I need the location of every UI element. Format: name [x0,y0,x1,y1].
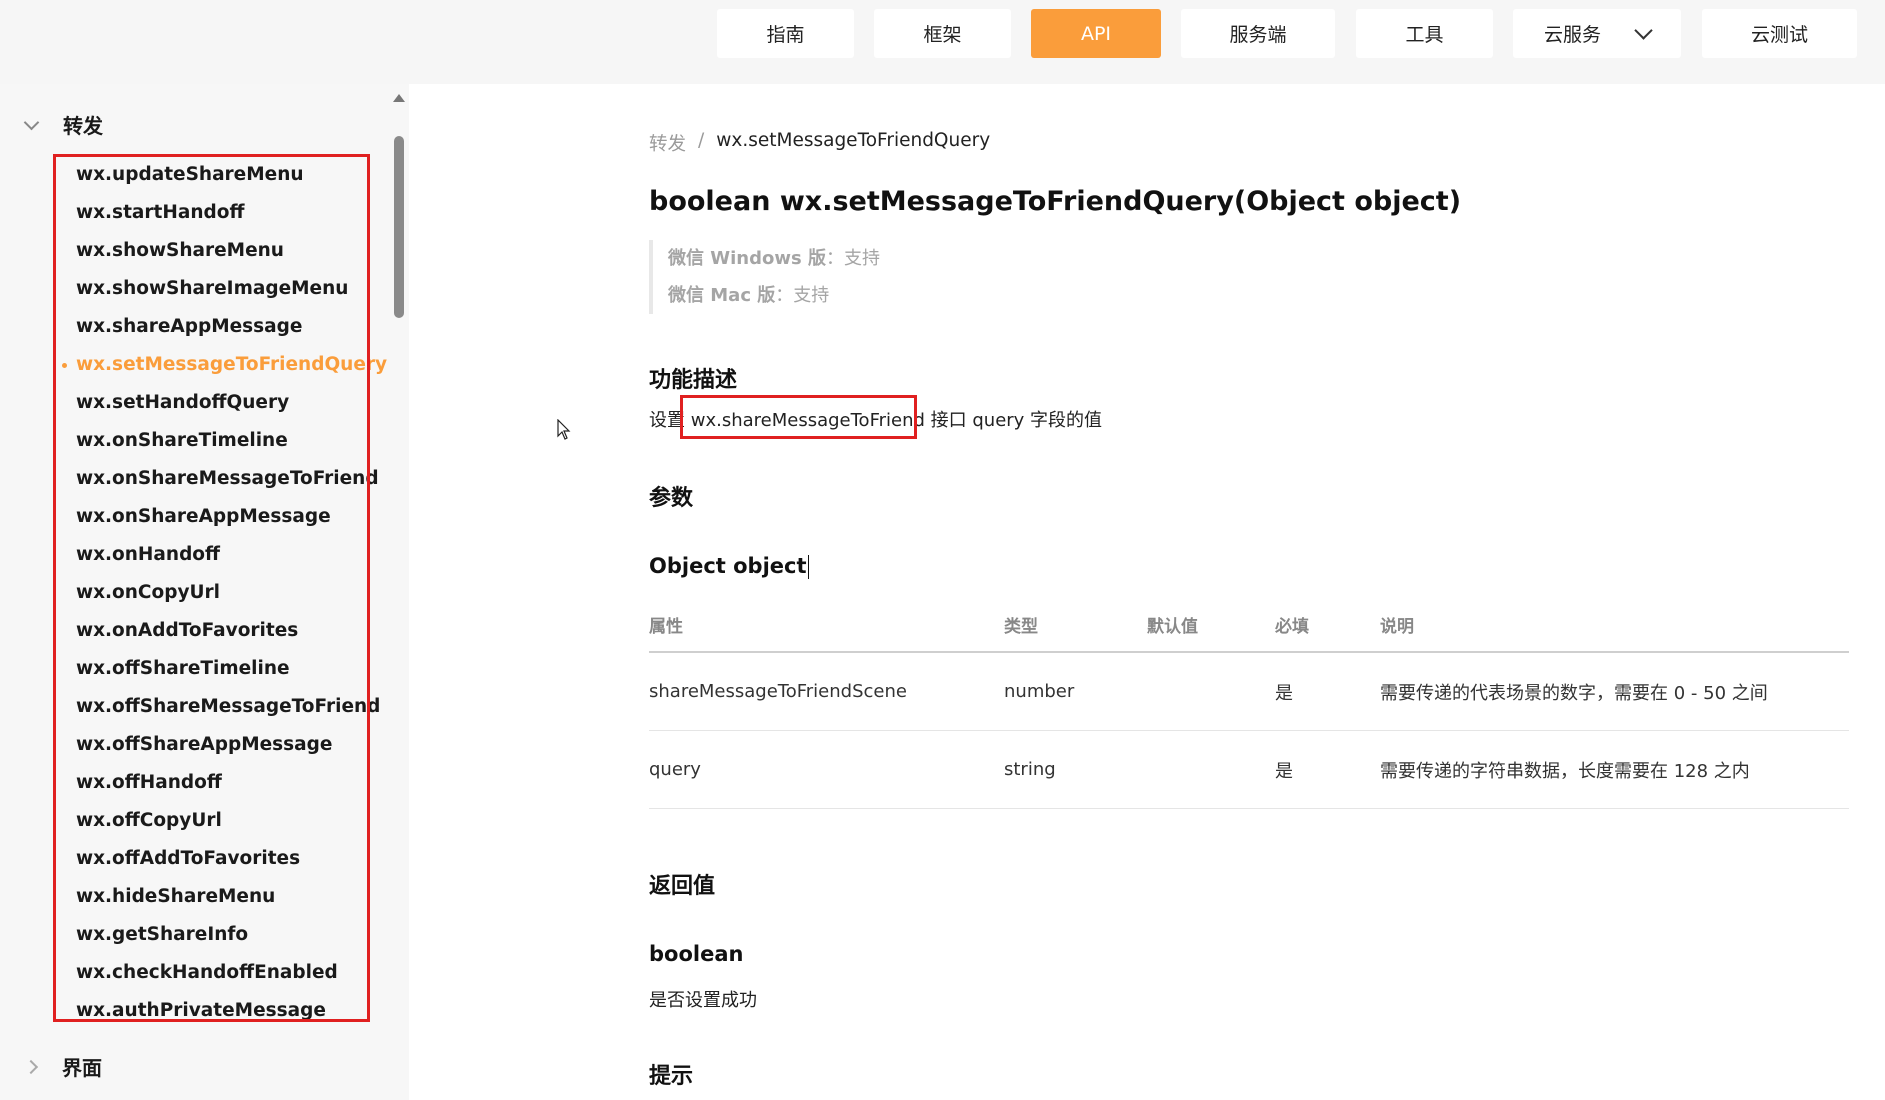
sidebar-item[interactable]: wx.offCopyUrl [0,802,380,840]
chevron-down-icon [23,114,40,130]
scrollbar-thumb[interactable] [394,136,404,318]
breadcrumb-root[interactable]: 转发 [649,130,686,156]
section-heading-description: 功能描述 [649,368,738,393]
sidebar-item[interactable]: wx.shareAppMessage [0,308,380,346]
sidebar-item[interactable]: wx.onShareTimeline [0,422,380,460]
return-type: boolean [649,942,744,966]
sidebar-item[interactable]: wx.onHandoff [0,536,380,574]
nav-api[interactable]: API [1031,9,1161,58]
support-mac: 微信 Mac 版：支持 [668,285,830,306]
cell-desc: 需要传递的代表场景的数字，需要在 0 - 50 之间 [1380,652,1849,731]
breadcrumb-current: wx.setMessageToFriendQuery [716,130,991,151]
sidebar-group-forward[interactable]: 转发 [23,110,103,139]
support-block: 微信 Windows 版：支持 微信 Mac 版：支持 [649,240,880,314]
sidebar: 转发 wx.updateShareMenu wx.startHandoff wx… [0,84,409,1100]
cell-type: number [1004,652,1147,731]
text-caret [807,555,809,579]
cell-default [1147,652,1275,731]
nav-tools[interactable]: 工具 [1356,9,1493,58]
sidebar-item[interactable]: wx.getShareInfo [0,916,380,954]
table-header-row: 属性 类型 默认值 必填 说明 [649,598,1849,653]
col-header: 属性 [649,598,1004,653]
sidebar-item[interactable]: wx.checkHandoffEnabled [0,954,380,992]
section-heading-tips: 提示 [649,1064,694,1089]
sidebar-item[interactable]: wx.onAddToFavorites [0,612,380,650]
col-header: 说明 [1380,598,1849,653]
sidebar-item[interactable]: wx.setHandoffQuery [0,384,380,422]
support-windows: 微信 Windows 版：支持 [668,248,880,269]
col-header: 类型 [1004,598,1147,653]
sidebar-item[interactable]: wx.hideShareMenu [0,878,380,916]
return-desc: 是否设置成功 [649,990,757,1011]
sidebar-item[interactable]: wx.onCopyUrl [0,574,380,612]
sidebar-item[interactable]: wx.offAddToFavorites [0,840,380,878]
sidebar-item[interactable]: wx.updateShareMenu [0,156,380,194]
sidebar-list: wx.updateShareMenu wx.startHandoff wx.sh… [0,156,387,1030]
cell-required: 是 [1275,730,1380,809]
nav-framework[interactable]: 框架 [874,9,1011,58]
sidebar-item[interactable]: wx.offShareTimeline [0,650,380,688]
sidebar-group-label: 界面 [62,1056,102,1080]
api-link[interactable]: wx.shareMessageToFriend [691,410,925,431]
sidebar-group-ui[interactable]: 界面 [23,1052,102,1081]
table-row: shareMessageToFriendScene number 是 需要传递的… [649,652,1849,731]
mouse-pointer-icon [557,419,571,440]
breadcrumb-separator: / [698,130,705,151]
sidebar-item[interactable]: wx.offShareMessageToFriend [0,688,380,726]
sidebar-item[interactable]: wx.showShareImageMenu [0,270,380,308]
sidebar-item-current[interactable]: wx.setMessageToFriendQuery [0,346,387,384]
description-text: 设置 wx.shareMessageToFriend 接口 query 字段的值 [649,410,1103,431]
chevron-down-icon [1634,21,1653,40]
main-content: 转发 / wx.setMessageToFriendQuery boolean … [649,130,1849,1089]
nav-guide[interactable]: 指南 [717,9,854,58]
top-nav: 指南 框架 API 服务端 工具 云服务 云测试 [0,0,1885,84]
section-heading-params: 参数 [649,486,694,511]
table-row: query string 是 需要传递的字符串数据，长度需要在 128 之内 [649,730,1849,809]
nav-cloud-test[interactable]: 云测试 [1702,9,1857,58]
sidebar-item[interactable]: wx.offShareAppMessage [0,726,380,764]
nav-server[interactable]: 服务端 [1181,9,1335,58]
cell-type: string [1004,730,1147,809]
scroll-up-arrow-icon[interactable] [393,94,405,102]
page-title: boolean wx.setMessageToFriendQuery(Objec… [649,186,1462,217]
nav-cloud-service-label: 云服务 [1543,24,1601,46]
params-table: 属性 类型 默认值 必填 说明 shareMessageToFriendScen… [649,598,1849,809]
col-header: 必填 [1275,598,1380,653]
chevron-right-icon [23,1059,39,1074]
sidebar-item[interactable]: wx.startHandoff [0,194,380,232]
cell-name: shareMessageToFriendScene [649,652,1004,731]
cell-name: query [649,730,1004,809]
sidebar-item[interactable]: wx.onShareAppMessage [0,498,380,536]
cell-default [1147,730,1275,809]
nav-cloud-service[interactable]: 云服务 [1513,9,1681,58]
col-header: 默认值 [1147,598,1275,653]
breadcrumb: 转发 / wx.setMessageToFriendQuery [649,130,1849,156]
sidebar-item[interactable]: wx.onShareMessageToFriend [0,460,380,498]
section-heading-return: 返回值 [649,874,716,899]
cell-required: 是 [1275,652,1380,731]
sidebar-item[interactable]: wx.authPrivateMessage [0,992,380,1030]
param-object-heading: Object object [649,554,809,579]
cell-desc: 需要传递的字符串数据，长度需要在 128 之内 [1380,730,1849,809]
sidebar-item[interactable]: wx.offHandoff [0,764,380,802]
sidebar-item[interactable]: wx.showShareMenu [0,232,380,270]
sidebar-group-label: 转发 [63,114,103,138]
